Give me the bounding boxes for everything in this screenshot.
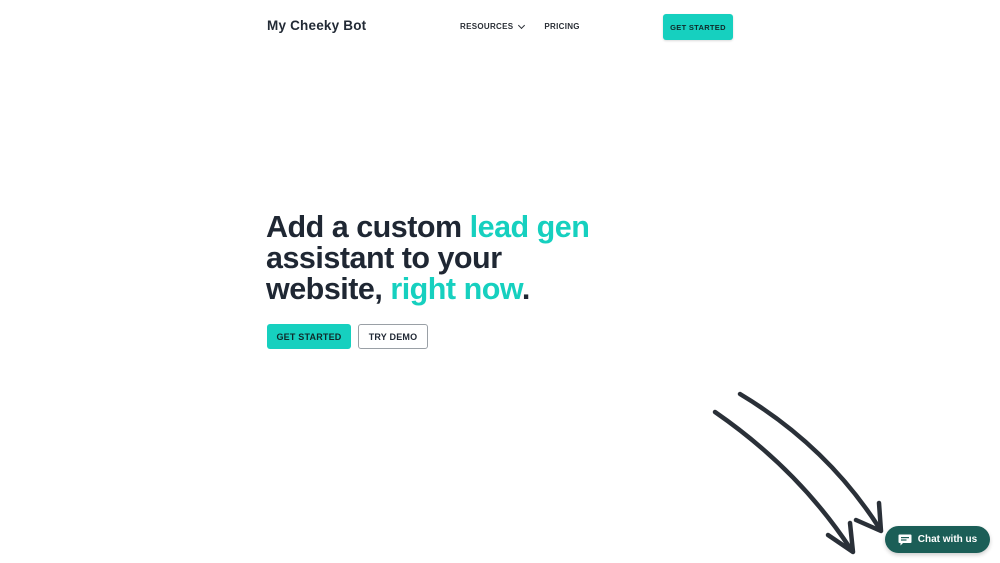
top-navigation: My Cheeky Bot RESOURCES PRICING GET STAR…	[0, 0, 1000, 54]
headline-line1-accent: lead gen	[469, 210, 590, 244]
headline-line3-end: .	[521, 272, 530, 306]
nav-link-pricing[interactable]: PRICING	[544, 22, 579, 31]
chat-with-us-label: Chat with us	[917, 534, 978, 545]
hero-get-started-button[interactable]: GET STARTED	[267, 324, 351, 349]
try-demo-button[interactable]: TRY DEMO	[358, 324, 428, 349]
headline-line1-plain: Add a custom	[266, 210, 470, 244]
pointer-arrows-icon	[712, 391, 884, 555]
chat-bubble-icon	[898, 534, 912, 545]
hero-headline: Add a custom lead gen assistant to your …	[266, 212, 686, 305]
nav-link-pricing-label: PRICING	[544, 22, 580, 31]
headline-line3-plain: website,	[266, 272, 391, 306]
nav-link-resources[interactable]: RESOURCES	[460, 21, 526, 31]
nav-get-started-button[interactable]: GET STARTED	[663, 14, 733, 40]
hero-buttons: GET STARTED TRY DEMO	[267, 324, 428, 349]
chat-with-us-button[interactable]: Chat with us	[885, 526, 990, 553]
nav-links: RESOURCES PRICING	[460, 21, 580, 31]
nav-link-resources-label: RESOURCES	[460, 22, 514, 31]
brand-logo-text[interactable]: My Cheeky Bot	[267, 18, 366, 33]
hero-section: Add a custom lead gen assistant to your …	[266, 212, 686, 305]
chevron-down-icon	[518, 21, 526, 29]
headline-line3-accent: right now	[390, 272, 522, 306]
headline-line2: assistant to your	[266, 241, 502, 275]
